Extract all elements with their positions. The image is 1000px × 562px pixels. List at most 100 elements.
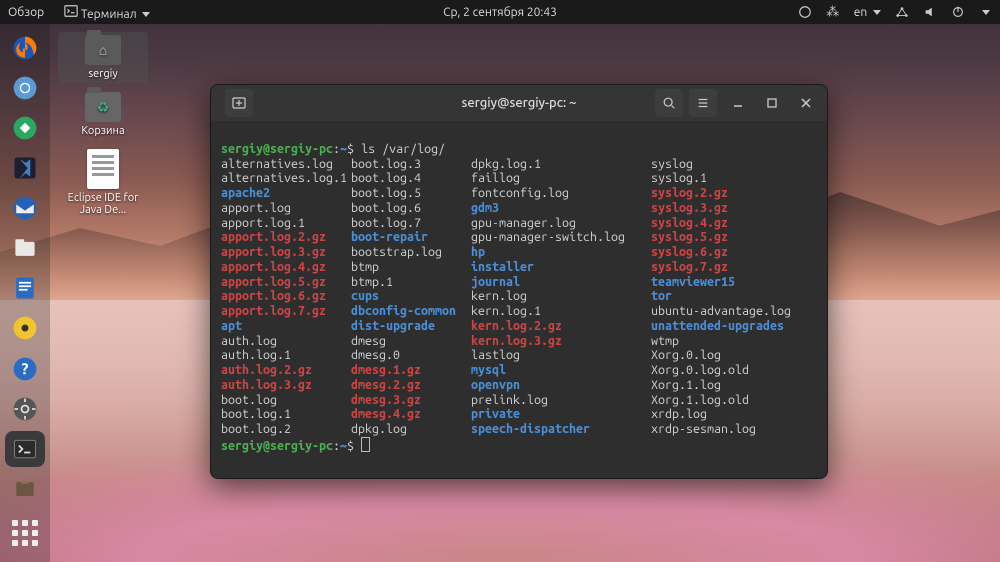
- ls-entry: cups: [351, 289, 379, 303]
- ls-column: boot.log.3 boot.log.4 boot.log.5 boot.lo…: [351, 157, 471, 437]
- dock-terminal[interactable]: [5, 431, 45, 467]
- ls-entry: boot.log.2: [221, 422, 291, 436]
- ls-entry: xrdp.log: [651, 407, 707, 421]
- ls-entry: dbconfig-common: [351, 304, 456, 318]
- ls-entry: mysql: [471, 363, 506, 377]
- window-title: sergiy@sergiy-pc: ~: [461, 96, 576, 110]
- dock-anydesk[interactable]: [5, 110, 45, 146]
- volume-icon[interactable]: [923, 5, 937, 19]
- dock-help[interactable]: ?: [5, 351, 45, 387]
- ls-entry: kern.log: [471, 289, 527, 303]
- desktop-icon-home[interactable]: ⌂ sergiy: [58, 32, 148, 83]
- prompt-user: sergiy@sergiy-pc: [221, 439, 333, 453]
- ls-entry: apport.log.5.gz: [221, 275, 326, 289]
- prompt-user: sergiy@sergiy-pc: [221, 142, 333, 156]
- ls-entry: Xorg.0.log.old: [651, 363, 749, 377]
- ls-entry: syslog.5.gz: [651, 230, 728, 244]
- ls-entry: faillog: [471, 171, 520, 185]
- input-method-icon[interactable]: ⁂: [826, 5, 840, 19]
- ls-entry: dpkg.log.1: [471, 157, 541, 171]
- hamburger-menu-button[interactable]: [689, 89, 717, 117]
- keyboard-layout[interactable]: en: [854, 6, 881, 19]
- ls-entry: speech-dispatcher: [471, 422, 590, 436]
- ls-entry: xrdp-sesman.log: [651, 422, 756, 436]
- ls-entry: boot.log.1: [221, 407, 291, 421]
- ls-entry: gdm3: [471, 201, 499, 215]
- desktop-icon-trash[interactable]: ♻ Корзина: [58, 89, 148, 140]
- dock-software[interactable]: [5, 471, 45, 507]
- ls-entry: kern.log.2.gz: [471, 319, 562, 333]
- ls-column: syslog syslog.1 syslog.2.gz syslog.3.gz …: [651, 157, 817, 437]
- dock-vscode[interactable]: [5, 150, 45, 186]
- terminal-icon: [64, 4, 78, 18]
- ls-entry: apport.log: [221, 201, 291, 215]
- ls-entry: syslog.3.gz: [651, 201, 728, 215]
- desktop-icon-label: Корзина: [81, 125, 124, 137]
- ls-entry: dmesg.0: [351, 348, 400, 362]
- ls-entry: btmp: [351, 260, 379, 274]
- terminal-titlebar[interactable]: sergiy@sergiy-pc: ~: [211, 85, 827, 121]
- chevron-down-icon: [873, 10, 881, 15]
- ls-entry: journal: [471, 275, 520, 289]
- ls-entry: openvpn: [471, 378, 520, 392]
- ls-entry: Xorg.1.log: [651, 378, 721, 392]
- dock-files[interactable]: [5, 230, 45, 266]
- dock-libreoffice-writer[interactable]: [5, 270, 45, 306]
- dock-rhythmbox[interactable]: [5, 310, 45, 346]
- ls-entry: apport.log.3.gz: [221, 245, 326, 259]
- dock-settings[interactable]: [5, 391, 45, 427]
- new-tab-button[interactable]: [225, 89, 253, 117]
- activities-button[interactable]: Обзор: [8, 6, 44, 19]
- cursor: [361, 437, 370, 452]
- desktop-icons: ⌂ sergiy ♻ Корзина Eclipse IDE for Java …: [58, 32, 148, 219]
- notification-icon[interactable]: [798, 5, 812, 19]
- ls-entry: boot.log: [221, 393, 277, 407]
- home-icon: ⌂: [90, 40, 116, 60]
- clock[interactable]: Ср, 2 сентября 20:43: [443, 6, 557, 19]
- ls-entry: Xorg.1.log.old: [651, 393, 749, 407]
- ls-entry: boot.log.4: [351, 171, 421, 185]
- maximize-button[interactable]: [759, 90, 785, 116]
- terminal-window[interactable]: sergiy@sergiy-pc: ~ sergiy@sergiy-pc:~$ …: [210, 84, 828, 479]
- dock-chromium[interactable]: [5, 70, 45, 106]
- svg-text:?: ?: [22, 359, 29, 377]
- ls-entry: auth.log.2.gz: [221, 363, 312, 377]
- ls-entry: dmesg.4.gz: [351, 407, 421, 421]
- search-button[interactable]: [655, 89, 683, 117]
- ls-entry: tor: [651, 289, 672, 303]
- terminal-app-menu[interactable]: Терминал: [64, 4, 150, 21]
- ls-output: alternatives.log alternatives.log.1 apac…: [221, 157, 817, 437]
- ls-entry: boot.log.5: [351, 186, 421, 200]
- ls-entry: gpu-manager-switch.log: [471, 230, 625, 244]
- ls-entry: kern.log.3.gz: [471, 334, 562, 348]
- top-bar: Обзор Терминал Ср, 2 сентября 20:43 ⁂ en: [0, 0, 1000, 24]
- dock-thunderbird[interactable]: [5, 190, 45, 226]
- ls-entry: kern.log.1: [471, 304, 541, 318]
- terminal-body[interactable]: sergiy@sergiy-pc:~$ ls /var/log/ alterna…: [211, 121, 827, 478]
- ls-entry: prelink.log: [471, 393, 548, 407]
- show-applications-button[interactable]: [5, 515, 45, 551]
- ls-entry: hp: [471, 245, 485, 259]
- ls-entry: dmesg.1.gz: [351, 363, 421, 377]
- ls-entry: alternatives.log.1: [221, 171, 347, 185]
- ls-entry: apport.log.7.gz: [221, 304, 326, 318]
- terminal-menu-label: Терминал: [81, 8, 137, 21]
- ls-column: alternatives.log alternatives.log.1 apac…: [221, 157, 351, 437]
- network-icon[interactable]: [895, 5, 909, 19]
- ls-entry: installer: [471, 260, 534, 274]
- ls-entry: apache2: [221, 186, 270, 200]
- desktop-icon-eclipse[interactable]: Eclipse IDE for Java De...: [58, 146, 148, 219]
- ls-entry: syslog.4.gz: [651, 216, 728, 230]
- prompt-path: ~: [340, 439, 347, 453]
- desktop-icon-label: sergiy: [88, 68, 117, 80]
- power-icon[interactable]: [951, 5, 965, 19]
- ls-entry: apport.log.1: [221, 216, 305, 230]
- ls-entry: bootstrap.log: [351, 245, 442, 259]
- ls-entry: unattended-upgrades: [651, 319, 784, 333]
- ls-entry: auth.log: [221, 334, 277, 348]
- close-button[interactable]: [793, 90, 819, 116]
- ls-entry: lastlog: [471, 348, 520, 362]
- dock-firefox[interactable]: [5, 30, 45, 66]
- minimize-button[interactable]: [725, 90, 751, 116]
- keyboard-layout-label: en: [854, 6, 867, 19]
